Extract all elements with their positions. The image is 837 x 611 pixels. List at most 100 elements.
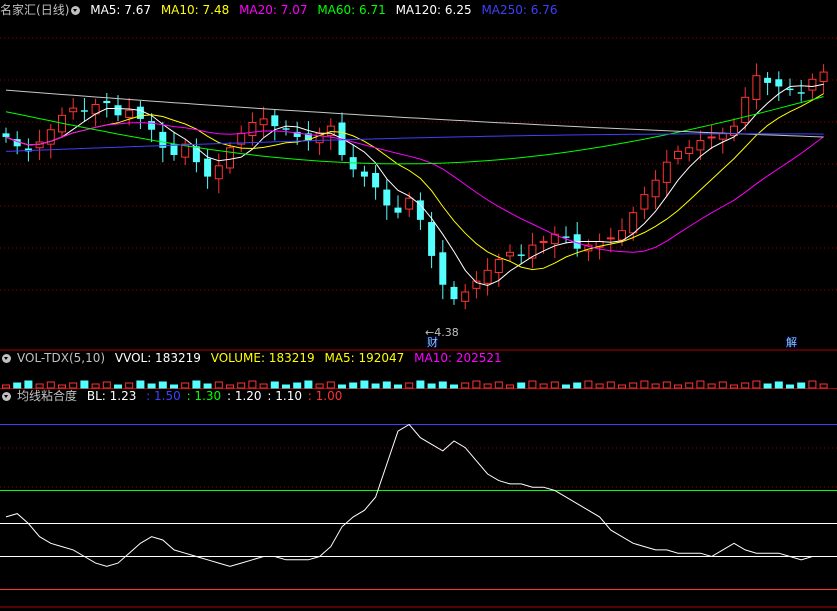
- ma5-label: MA5: 7.67: [90, 3, 151, 17]
- volume-bar: [763, 383, 772, 389]
- candle-body-up: [214, 165, 223, 180]
- stock-chart[interactable]: [0, 0, 837, 611]
- candle-body-down: [797, 92, 805, 94]
- candle-body-down: [282, 128, 290, 130]
- volume-bar: [394, 384, 402, 389]
- volume-bar: [539, 383, 548, 389]
- volume-bar: [618, 384, 626, 389]
- candle-body-up: [259, 118, 268, 126]
- dropdown-icon[interactable]: [2, 392, 11, 401]
- candle-body-up: [707, 136, 716, 139]
- candle-body-down: [394, 207, 402, 213]
- candle-body-up: [629, 212, 638, 234]
- vol-ma10-label: MA10: 202521: [414, 351, 502, 365]
- ma250-label: MA250: 6.76: [481, 3, 558, 17]
- dropdown-icon[interactable]: [2, 354, 11, 363]
- volume-bar: [662, 381, 671, 389]
- volume-bar: [573, 382, 582, 389]
- candle-body-up: [808, 78, 817, 91]
- volume-label: VOLUME: 183219: [210, 351, 315, 365]
- indicator-panel-header: 均线粘合度 BL: 1.23 : 1.50 : 1.30 : 1.20 : 1.…: [0, 387, 348, 405]
- dropdown-icon[interactable]: [71, 6, 81, 15]
- volume-bar: [349, 382, 358, 389]
- candle-body-up: [674, 150, 682, 160]
- volume-bar: [674, 384, 682, 389]
- candle-body-down: [428, 222, 436, 256]
- candle-body-up: [248, 122, 257, 137]
- candle-body-up: [539, 240, 548, 243]
- level-100-label: : 1.00: [307, 389, 343, 403]
- volume-bar: [797, 382, 806, 389]
- volume-bar: [640, 380, 649, 389]
- ma120-label: MA120: 6.25: [395, 3, 472, 17]
- vol-ma5-label: MA5: 192047: [324, 351, 405, 365]
- volume-bar: [550, 381, 559, 389]
- volume-bar: [685, 382, 694, 389]
- candle-body-up: [640, 194, 649, 210]
- volume-bar: [606, 381, 615, 389]
- volume-bar: [752, 380, 761, 389]
- volume-bar: [405, 382, 414, 389]
- candle-body-down: [148, 121, 156, 130]
- volume-bar: [741, 382, 750, 389]
- volume-bar: [416, 380, 425, 389]
- candle-body-down: [517, 254, 525, 256]
- candle-body-down: [786, 88, 794, 91]
- candle-body-up: [483, 269, 492, 284]
- candle-body-up: [506, 251, 514, 257]
- candle-body-up: [741, 96, 750, 124]
- candle-body-up: [125, 109, 134, 118]
- volume-panel-header: VOL-TDX(5,10) VVOL: 183219 VOLUME: 18321…: [0, 349, 508, 367]
- candle-body-down: [383, 189, 391, 206]
- volume-bar: [730, 384, 738, 389]
- period-label[interactable]: (日线): [36, 3, 69, 17]
- stock-name[interactable]: 名家汇: [0, 3, 36, 17]
- volume-bar: [438, 381, 447, 389]
- ma60-line: [5, 96, 824, 165]
- candle-body-down: [80, 110, 88, 112]
- candle-body-up: [696, 140, 705, 151]
- volume-bar: [517, 382, 526, 389]
- volume-bar: [450, 384, 458, 389]
- candle-body-up: [662, 161, 671, 183]
- indicator-name[interactable]: 均线粘合度: [17, 389, 77, 403]
- ma20-label: MA20: 7.07: [239, 3, 308, 17]
- candle-body-down: [764, 77, 772, 83]
- volume-bar: [786, 384, 794, 389]
- vol-indicator-name[interactable]: VOL-TDX(5,10): [17, 351, 105, 365]
- volume-bar: [483, 383, 492, 389]
- candle-body-up: [405, 197, 414, 210]
- candle-body-down: [439, 252, 447, 285]
- volume-bar: [562, 384, 570, 389]
- candle-body-up: [819, 71, 828, 82]
- candle-body-up: [685, 147, 694, 155]
- ma10-line: [5, 93, 824, 271]
- volume-bar: [371, 383, 380, 389]
- ma10-label: MA10: 7.48: [160, 3, 230, 17]
- level-150-label: : 1.50: [146, 389, 181, 403]
- vvol-label: VVOL: 183219: [114, 351, 201, 365]
- main-panel-header: 名家汇(日线) MA5: 7.67 MA10: 7.48 MA20: 7.07 …: [0, 1, 564, 19]
- volume-bar: [472, 380, 481, 389]
- volume-bar: [528, 380, 537, 389]
- candle-body-down: [360, 171, 368, 177]
- candle-body-down: [271, 115, 279, 127]
- volume-bar: [707, 383, 716, 389]
- volume-bar: [718, 381, 727, 389]
- volume-bar: [808, 380, 817, 389]
- candle-body-up: [69, 107, 78, 113]
- candle-body-down: [775, 79, 783, 87]
- volume-bar: [461, 382, 470, 389]
- candle-body-up: [752, 75, 761, 100]
- candle-body-down: [192, 146, 200, 163]
- candle-body-down: [204, 158, 212, 177]
- candle-body-down: [450, 286, 458, 300]
- finance-event-tag[interactable]: 财: [426, 336, 439, 349]
- volume-bar: [774, 381, 783, 389]
- volume-bar: [584, 380, 593, 389]
- volume-bar: [595, 383, 604, 389]
- bl-label: BL: 1.23: [86, 389, 137, 403]
- unlock-event-tag[interactable]: 解: [785, 336, 798, 349]
- volume-bar: [382, 381, 391, 389]
- volume-bar: [696, 380, 705, 389]
